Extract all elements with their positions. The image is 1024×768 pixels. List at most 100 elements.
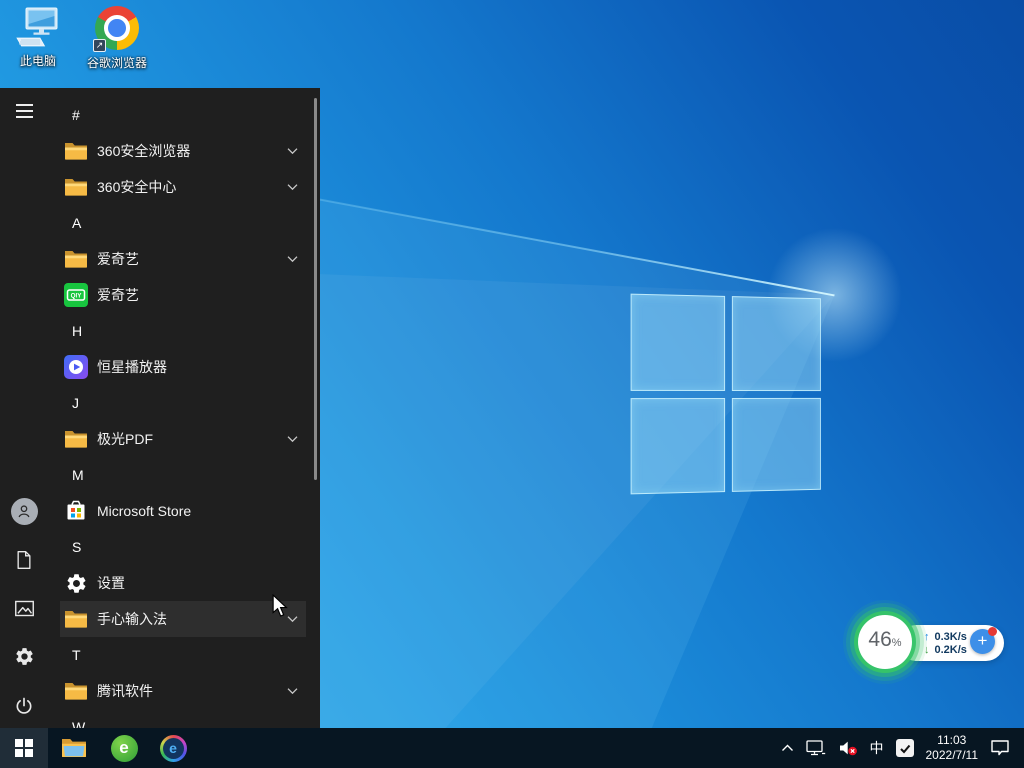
- start-app-group-row[interactable]: 360安全中心: [48, 169, 320, 205]
- power-icon: [14, 696, 34, 716]
- start-app-group-row[interactable]: 爱奇艺: [48, 241, 320, 277]
- desktop-icon-this-pc[interactable]: 此电脑: [4, 6, 72, 69]
- ime-app-tray-button[interactable]: [896, 739, 914, 757]
- app-label: Microsoft Store: [97, 503, 191, 519]
- gear-icon: [64, 571, 88, 595]
- chevron-down-icon[interactable]: [287, 688, 298, 695]
- start-app-row[interactable]: 恒星播放器: [48, 349, 320, 385]
- app-label: 腾讯软件: [97, 681, 153, 701]
- 360-speed-browser-icon: e: [160, 735, 187, 762]
- msstore-icon: [64, 499, 88, 523]
- taskbar-360-browser-button[interactable]: e: [109, 728, 139, 768]
- clock-time: 11:03: [937, 733, 966, 748]
- app-label: 极光PDF: [97, 429, 153, 449]
- start-section-header[interactable]: S: [48, 529, 320, 565]
- windows-logo-icon: [15, 739, 33, 757]
- clock-date: 2022/7/11: [926, 748, 979, 763]
- desktop-icon-chrome[interactable]: ↗ 谷歌浏览器: [83, 6, 151, 71]
- chevron-down-icon[interactable]: [287, 184, 298, 191]
- taskbar: e e 中: [0, 728, 1024, 768]
- memory-usage-ball[interactable]: 46%: [858, 615, 912, 669]
- upload-arrow-icon: ↑: [924, 631, 930, 643]
- rail-settings-button[interactable]: [0, 636, 48, 676]
- start-section-header[interactable]: A: [48, 205, 320, 241]
- start-section-header[interactable]: M: [48, 457, 320, 493]
- start-section-header[interactable]: T: [48, 637, 320, 673]
- windows-logo-wallpaper: [631, 294, 821, 495]
- start-app-row[interactable]: Microsoft Store: [48, 493, 320, 529]
- start-section-header[interactable]: H: [48, 313, 320, 349]
- folder-icon: [64, 679, 88, 703]
- rail-pictures-button[interactable]: [0, 588, 48, 628]
- rail-documents-button[interactable]: [0, 540, 48, 580]
- volume-tray-button[interactable]: [838, 740, 858, 756]
- logo-pane: [731, 397, 820, 491]
- ethernet-network-icon: [806, 740, 826, 756]
- chevron-down-icon[interactable]: [287, 436, 298, 443]
- usage-percent-value: 46: [868, 615, 891, 665]
- pictures-icon: [14, 598, 35, 619]
- widget-plus-button[interactable]: +: [970, 629, 995, 654]
- action-center-icon: [990, 739, 1010, 757]
- app-label: 爱奇艺: [97, 249, 139, 269]
- taskbar-clock[interactable]: 11:03 2022/7/11: [926, 733, 979, 763]
- folder-icon: [64, 139, 88, 163]
- rail-user-button[interactable]: [0, 491, 48, 531]
- volume-muted-icon: [838, 740, 858, 756]
- network-tray-button[interactable]: [806, 740, 826, 756]
- taskbar-360-speed-browser-button[interactable]: e: [158, 728, 188, 768]
- chrome-icon: ↗: [95, 6, 139, 50]
- logo-pane: [631, 294, 725, 391]
- start-menu-app-list: #360安全浏览器 360安全中心 A 爱奇艺 QIY爱奇艺H 恒星播放器 J 极光PDF MM…: [48, 88, 320, 728]
- mouse-cursor: [271, 594, 289, 618]
- start-menu-hamburger-button[interactable]: [0, 91, 48, 131]
- chevron-down-icon[interactable]: [287, 256, 298, 263]
- net-speed-widget: ↑ 0.3K/s ↓ 0.2K/s 46% +: [852, 606, 1018, 678]
- folder-icon: [64, 607, 88, 631]
- app-label: 设置: [97, 573, 125, 593]
- start-button[interactable]: [0, 728, 48, 768]
- start-menu-scrollbar[interactable]: [314, 98, 317, 480]
- start-app-group-row[interactable]: 极光PDF: [48, 421, 320, 457]
- chevron-up-icon: [781, 744, 794, 752]
- start-app-group-row[interactable]: 360安全浏览器: [48, 133, 320, 169]
- folder-icon: [64, 175, 88, 199]
- system-tray: 中 11:03 2022/7/11: [781, 728, 1024, 768]
- plus-icon: +: [978, 631, 988, 650]
- svg-text:QIY: QIY: [71, 293, 83, 300]
- start-app-group-row[interactable]: 腾讯软件: [48, 673, 320, 709]
- app-label: 360安全浏览器: [97, 141, 190, 161]
- start-section-header[interactable]: J: [48, 385, 320, 421]
- folder-icon: [64, 247, 88, 271]
- taskbar-file-explorer-button[interactable]: [60, 728, 88, 768]
- iqiyi-icon: QIY: [64, 283, 88, 307]
- shortcut-arrow-icon: ↗: [93, 39, 106, 52]
- rail-power-button[interactable]: [0, 686, 48, 726]
- windows-desktop: 此电脑 ↗ 谷歌浏览器 ↑ 0.3K/s ↓ 0.2K/s 46% +: [0, 0, 1024, 768]
- desktop-icon-label: 此电脑: [20, 52, 56, 69]
- start-section-header[interactable]: W: [48, 709, 320, 728]
- logo-pane: [731, 296, 820, 390]
- desktop-icon-label: 谷歌浏览器: [87, 54, 147, 71]
- chevron-down-icon[interactable]: [287, 148, 298, 155]
- app-label: 恒星播放器: [97, 357, 167, 377]
- action-center-button[interactable]: [990, 739, 1010, 757]
- folder-icon: [64, 427, 88, 451]
- download-speed-value: 0.2K/s: [935, 644, 967, 656]
- this-pc-icon: [13, 6, 63, 48]
- hidden-icons-button[interactable]: [781, 744, 794, 752]
- start-section-header[interactable]: #: [48, 97, 320, 133]
- file-explorer-icon: [61, 737, 87, 759]
- notification-dot: [988, 627, 997, 636]
- hamburger-icon: [16, 104, 33, 118]
- gear-icon: [14, 646, 35, 667]
- logo-pane: [631, 398, 725, 495]
- start-app-row[interactable]: QIY爱奇艺: [48, 277, 320, 313]
- app-label: 360安全中心: [97, 177, 176, 197]
- 360-safe-browser-icon: e: [111, 735, 138, 762]
- ime-check-icon: [896, 739, 914, 757]
- user-avatar-icon: [11, 498, 38, 525]
- upload-speed-value: 0.3K/s: [935, 631, 967, 643]
- download-arrow-icon: ↓: [924, 644, 930, 656]
- app-label: 手心输入法: [97, 609, 167, 629]
